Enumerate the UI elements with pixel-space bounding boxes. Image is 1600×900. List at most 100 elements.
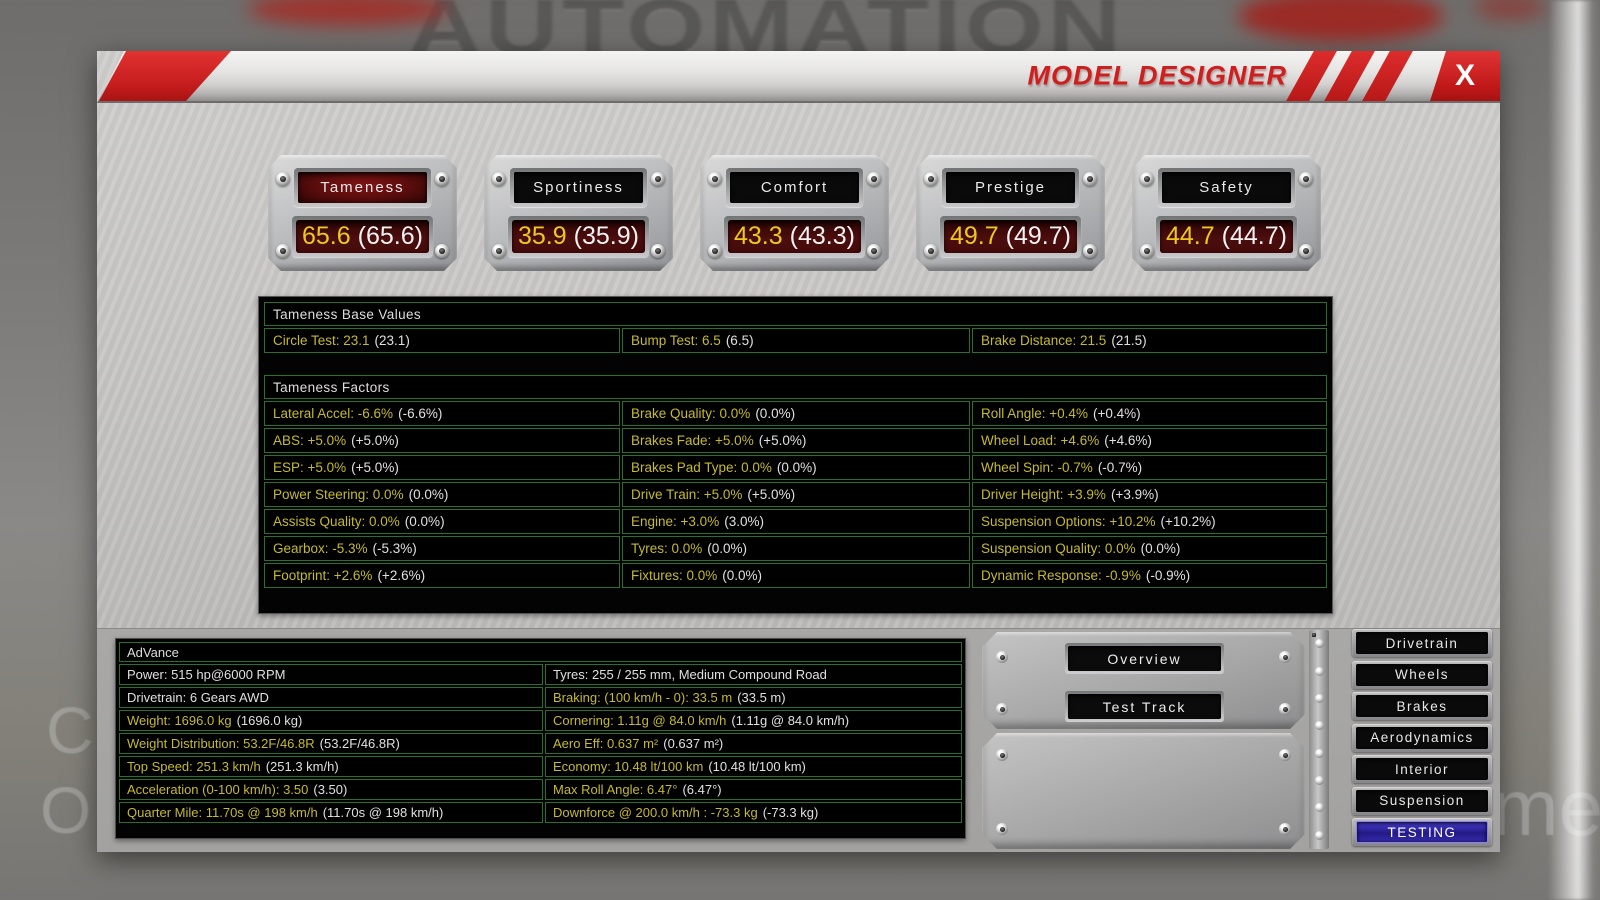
stat-value: Braking: (100 km/h - 0): 33.5 m bbox=[553, 690, 733, 705]
factor-cell: Suspension Quality: 0.0% (0.0%) bbox=[972, 536, 1327, 561]
stat-gauge[interactable]: Sportiness 35.9 (35.9) bbox=[484, 155, 673, 271]
designer-tab-label: Drivetrain bbox=[1356, 632, 1488, 654]
designer-tab[interactable]: Wheels bbox=[1352, 660, 1492, 689]
factor-cell: Tyres: 0.0% (0.0%) bbox=[622, 536, 970, 561]
factor-cell: Engine: +3.0% (3.0%) bbox=[622, 509, 970, 534]
rivet-icon bbox=[1314, 776, 1324, 786]
gauge-value: 65.6 bbox=[302, 222, 351, 250]
designer-tab[interactable]: Interior bbox=[1352, 755, 1492, 783]
stat-paren: (+4.6%) bbox=[1104, 433, 1152, 448]
background-letter-o: O bbox=[40, 773, 92, 847]
stat-paren: (-0.7%) bbox=[1097, 460, 1143, 475]
rivet-icon bbox=[1314, 693, 1324, 703]
stat-paren: (-5.3%) bbox=[372, 541, 417, 556]
stat-paren: (6.5) bbox=[725, 333, 754, 348]
stat-paren: (+5.0%) bbox=[351, 433, 399, 448]
gauge-value-frame: 49.7 (49.7) bbox=[940, 216, 1081, 257]
stat-value: Brake Distance: 21.5 bbox=[981, 333, 1107, 348]
stat-gauge[interactable]: Prestige 49.7 (49.7) bbox=[916, 155, 1105, 271]
gauge-label[interactable]: Sportiness bbox=[514, 172, 643, 203]
test-track-button[interactable]: Test Track bbox=[1065, 691, 1224, 722]
designer-tab[interactable]: TESTING bbox=[1352, 818, 1492, 846]
base-value-cell: Bump Test: 6.5 (6.5) bbox=[622, 328, 970, 353]
advance-cell: Economy: 10.48 lt/100 km (10.48 lt/100 k… bbox=[545, 756, 962, 777]
background-letter-c: C bbox=[46, 693, 94, 767]
stat-value: Max Roll Angle: 6.47° bbox=[553, 782, 678, 797]
gauge-label[interactable]: Comfort bbox=[730, 172, 859, 203]
stat-gauge[interactable]: Tameness 65.6 (65.6) bbox=[268, 155, 457, 271]
background-red-car-blur-right bbox=[1238, 0, 1443, 42]
stat-value: Aero Eff: 0.637 m² bbox=[553, 736, 659, 751]
stat-paren: (0.0%) bbox=[755, 406, 796, 421]
rivet-icon bbox=[1314, 639, 1324, 649]
close-button[interactable]: X bbox=[1430, 51, 1500, 101]
stat-paren: (-6.6%) bbox=[398, 406, 443, 421]
game-screen: { "window": { "title": "MODEL DESIGNER",… bbox=[0, 0, 1600, 900]
screw-icon bbox=[492, 172, 506, 186]
stat-paren: (1.11g @ 84.0 km/h) bbox=[731, 713, 850, 728]
gauge-value-display: 65.6 (65.6) bbox=[296, 220, 429, 253]
factor-cell: Wheel Spin: -0.7% (-0.7%) bbox=[972, 455, 1327, 480]
title-red-accent bbox=[99, 51, 231, 101]
title-bar: MODEL DESIGNER X bbox=[97, 51, 1500, 103]
factor-cell: Suspension Options: +10.2% (+10.2%) bbox=[972, 509, 1327, 534]
designer-tab[interactable]: Aerodynamics bbox=[1352, 723, 1492, 752]
screw-icon bbox=[435, 244, 449, 258]
stat-paren: (33.5 m) bbox=[737, 690, 786, 705]
stat-value: Wheel Load: +4.6% bbox=[981, 433, 1100, 448]
stat-paren: (0.0%) bbox=[707, 541, 748, 556]
screw-icon bbox=[924, 172, 938, 186]
designer-tab-label: Wheels bbox=[1356, 663, 1488, 686]
factor-cell: Lateral Accel: -6.6% (-6.6%) bbox=[264, 401, 620, 426]
test-track-button-label: Test Track bbox=[1068, 694, 1221, 719]
gauge-value: 35.9 bbox=[518, 222, 567, 250]
factors-header: Tameness Factors bbox=[264, 375, 1327, 399]
gauge-label[interactable]: Tameness bbox=[298, 172, 427, 203]
stat-value: Dynamic Response: -0.9% bbox=[981, 568, 1141, 583]
stat-paren: (+2.6%) bbox=[377, 568, 426, 583]
gauge-value-frame: 65.6 (65.6) bbox=[292, 216, 433, 257]
stat-value: ESP: +5.0% bbox=[273, 460, 347, 475]
designer-tab[interactable]: Suspension bbox=[1352, 786, 1492, 815]
designer-tab-label: Aerodynamics bbox=[1356, 726, 1488, 749]
stat-value: Engine: +3.0% bbox=[631, 514, 720, 529]
stat-paren: (10.48 lt/100 km) bbox=[708, 759, 806, 774]
factor-cell: Roll Angle: +0.4% (+0.4%) bbox=[972, 401, 1327, 426]
rivet-icon bbox=[1279, 703, 1291, 715]
overview-button[interactable]: Overview bbox=[1065, 643, 1224, 674]
stat-value: Suspension Options: +10.2% bbox=[981, 514, 1156, 529]
designer-tab-label: Suspension bbox=[1356, 789, 1488, 812]
designer-tab-label: TESTING bbox=[1356, 821, 1488, 843]
rivet-icon bbox=[1314, 721, 1324, 731]
stat-value: Wheel Spin: -0.7% bbox=[981, 460, 1093, 475]
hinge-strip bbox=[1309, 630, 1329, 849]
empty-plate bbox=[982, 733, 1305, 849]
designer-tab[interactable]: Brakes bbox=[1352, 692, 1492, 720]
gauge-value-paren: (43.3) bbox=[789, 222, 855, 250]
stat-paren: (251.3 km/h) bbox=[265, 759, 339, 774]
gauge-value: 43.3 bbox=[734, 222, 783, 250]
stat-paren: (53.2F/46.8R) bbox=[319, 736, 400, 751]
advance-cell: Max Roll Angle: 6.47° (6.47°) bbox=[545, 779, 962, 800]
base-values-header: Tameness Base Values bbox=[264, 302, 1327, 326]
gauge-value-paren: (65.6) bbox=[357, 222, 423, 250]
stat-gauge[interactable]: Safety 44.7 (44.7) bbox=[1132, 155, 1321, 271]
screw-icon bbox=[1140, 172, 1154, 186]
stat-value: Assists Quality: 0.0% bbox=[273, 514, 400, 529]
screw-icon bbox=[651, 244, 665, 258]
stat-paren: (+5.0%) bbox=[351, 460, 399, 475]
screw-icon bbox=[1299, 244, 1313, 258]
designer-tab[interactable]: Drivetrain bbox=[1352, 629, 1492, 657]
gauge-label[interactable]: Safety bbox=[1162, 172, 1291, 203]
stat-gauge[interactable]: Comfort 43.3 (43.3) bbox=[700, 155, 889, 271]
stat-value: Gearbox: -5.3% bbox=[273, 541, 368, 556]
stat-paren: (0.0%) bbox=[1140, 541, 1181, 556]
advance-cell: Quarter Mile: 11.70s @ 198 km/h (11.70s … bbox=[119, 802, 543, 823]
stat-value: Suspension Quality: 0.0% bbox=[981, 541, 1136, 556]
background-window-frame bbox=[1548, 0, 1600, 900]
factor-cell: Fixtures: 0.0% (0.0%) bbox=[622, 563, 970, 588]
stat-value: Downforce @ 200.0 km/h : -73.3 kg bbox=[553, 805, 758, 820]
stat-gauges-row: Tameness 65.6 (65.6) Sportiness 35.9 (35… bbox=[97, 155, 1500, 273]
gauge-label[interactable]: Prestige bbox=[946, 172, 1075, 203]
rivet-icon bbox=[996, 651, 1008, 663]
